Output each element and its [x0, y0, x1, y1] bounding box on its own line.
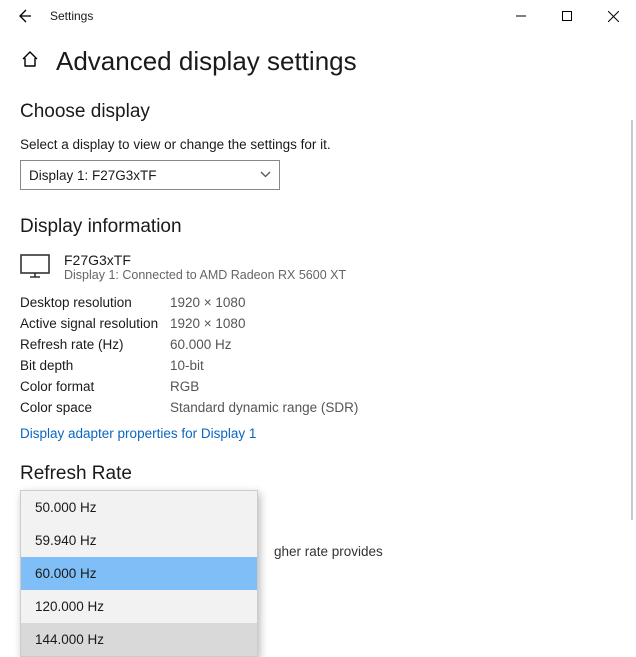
- arrow-left-icon: [16, 8, 32, 24]
- display-info-heading: Display information: [20, 216, 616, 238]
- info-row: Bit depth10-bit: [20, 355, 616, 376]
- info-value: Standard dynamic range (SDR): [170, 400, 358, 415]
- monitor-name: F27G3xTF: [64, 252, 346, 268]
- refresh-rate-option[interactable]: 120.000 Hz: [21, 590, 257, 623]
- back-button[interactable]: [8, 0, 40, 32]
- refresh-rate-dropdown[interactable]: 50.000 Hz59.940 Hz60.000 Hz120.000 Hz144…: [20, 490, 258, 657]
- scrollbar[interactable]: [631, 120, 633, 520]
- minimize-button[interactable]: [498, 0, 544, 32]
- window-controls: [498, 0, 636, 32]
- display-select[interactable]: Display 1: F27G3xTF: [20, 160, 280, 190]
- refresh-rate-heading: Refresh Rate: [20, 463, 616, 485]
- info-label: Color format: [20, 379, 170, 394]
- info-label: Refresh rate (Hz): [20, 337, 170, 352]
- info-value: RGB: [170, 379, 199, 394]
- choose-display-heading: Choose display: [20, 101, 616, 123]
- info-row: Refresh rate (Hz)60.000 Hz: [20, 334, 616, 355]
- info-row: Color spaceStandard dynamic range (SDR): [20, 397, 616, 418]
- info-value: 1920 × 1080: [170, 295, 245, 310]
- page-title: Advanced display settings: [56, 46, 357, 77]
- info-value: 10-bit: [170, 358, 204, 373]
- titlebar: Settings: [0, 0, 636, 32]
- info-row: Desktop resolution1920 × 1080: [20, 292, 616, 313]
- info-value: 1920 × 1080: [170, 316, 245, 331]
- display-select-value: Display 1: F27G3xTF: [29, 168, 157, 183]
- refresh-rate-option[interactable]: 59.940 Hz: [21, 524, 257, 557]
- info-row: Active signal resolution1920 × 1080: [20, 313, 616, 334]
- monitor-connection: Display 1: Connected to AMD Radeon RX 56…: [64, 268, 346, 282]
- refresh-desc-fragment: gher rate provides: [274, 544, 383, 559]
- window-title: Settings: [50, 9, 93, 23]
- maximize-button[interactable]: [544, 0, 590, 32]
- refresh-rate-option[interactable]: 144.000 Hz: [21, 623, 257, 656]
- home-icon[interactable]: [20, 49, 40, 74]
- monitor-icon: [20, 254, 50, 281]
- choose-display-desc: Select a display to view or change the s…: [20, 137, 616, 152]
- close-button[interactable]: [590, 0, 636, 32]
- content-area: Advanced display settings Choose display…: [0, 32, 636, 485]
- info-label: Bit depth: [20, 358, 170, 373]
- refresh-rate-option[interactable]: 50.000 Hz: [21, 491, 257, 524]
- display-info-table: Desktop resolution1920 × 1080Active sign…: [20, 292, 616, 418]
- monitor-summary: F27G3xTF Display 1: Connected to AMD Rad…: [20, 252, 616, 282]
- info-label: Color space: [20, 400, 170, 415]
- info-value: 60.000 Hz: [170, 337, 232, 352]
- refresh-rate-option[interactable]: 60.000 Hz: [21, 557, 257, 590]
- chevron-down-icon: [260, 169, 271, 181]
- adapter-properties-link[interactable]: Display adapter properties for Display 1: [20, 426, 256, 441]
- info-label: Active signal resolution: [20, 316, 170, 331]
- info-label: Desktop resolution: [20, 295, 170, 310]
- info-row: Color formatRGB: [20, 376, 616, 397]
